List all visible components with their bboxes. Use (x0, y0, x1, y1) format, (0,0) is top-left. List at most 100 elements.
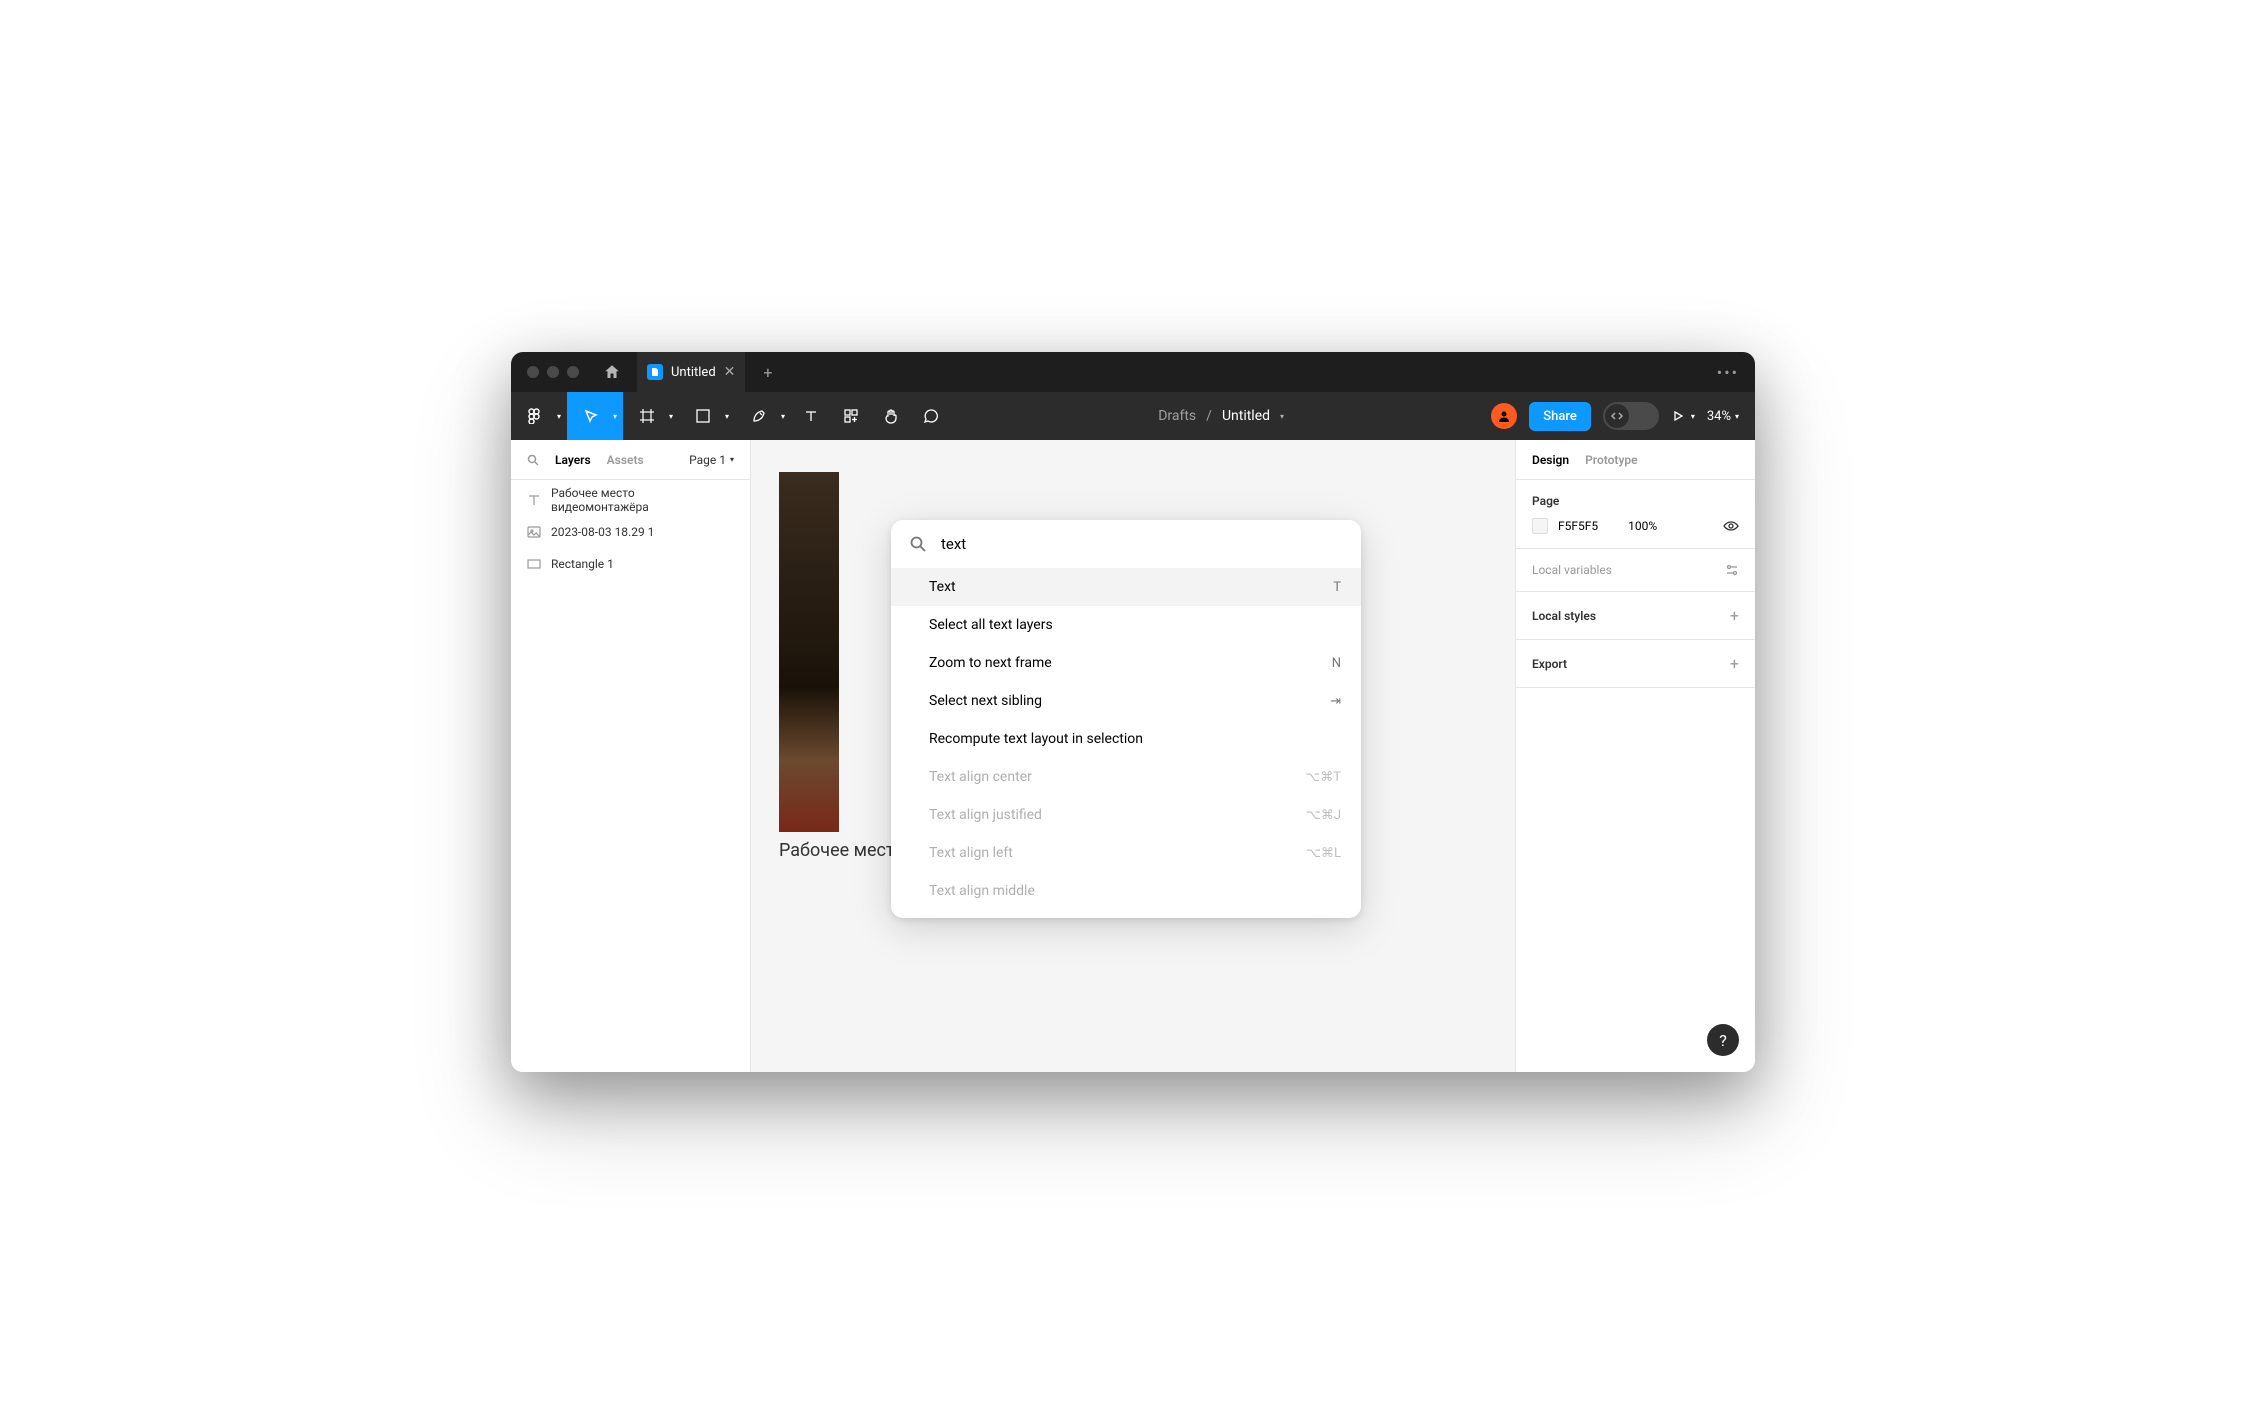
local-styles-label: Local styles (1532, 609, 1596, 623)
palette-item-label: Text align center (929, 769, 1032, 785)
text-layer-icon (527, 493, 541, 507)
zoom-value: 34% (1707, 409, 1731, 424)
palette-item-shortcut: ⌥⌘L (1306, 846, 1341, 861)
close-tab-icon[interactable]: ✕ (724, 364, 736, 380)
home-icon[interactable] (603, 363, 621, 381)
palette-item-label: Text align justified (929, 807, 1042, 823)
breadcrumb-parent[interactable]: Drafts (1158, 408, 1196, 424)
palette-item[interactable]: Zoom to next frame N (891, 644, 1361, 682)
text-tool-button[interactable] (791, 392, 831, 440)
more-menu-icon[interactable]: ••• (1717, 363, 1739, 382)
page-section: Page F5F5F5 100% (1516, 480, 1755, 549)
page-color-swatch[interactable] (1532, 518, 1548, 534)
layer-item[interactable]: Rectangle 1 (511, 548, 750, 580)
palette-item-label: Text align middle (929, 883, 1035, 899)
chevron-down-icon[interactable]: ▾ (1280, 412, 1284, 421)
hand-tool-button[interactable] (871, 392, 911, 440)
chevron-down-icon: ▾ (725, 412, 729, 421)
minimize-window-button[interactable] (547, 366, 559, 378)
dev-mode-toggle[interactable] (1603, 402, 1659, 430)
palette-item-shortcut: ⇥ (1330, 694, 1341, 709)
resources-tool-button[interactable] (831, 392, 871, 440)
palette-item[interactable]: Text align left ⌥⌘L (891, 834, 1361, 872)
palette-item[interactable]: Select next sibling ⇥ (891, 682, 1361, 720)
palette-item-shortcut: N (1332, 656, 1341, 671)
palette-search-row (891, 520, 1361, 568)
chevron-down-icon: ▾ (730, 455, 734, 464)
palette-item-label: Zoom to next frame (929, 655, 1052, 671)
search-icon (909, 535, 927, 553)
chevron-down-icon: ▾ (1735, 412, 1739, 421)
zoom-selector[interactable]: 34% ▾ (1707, 409, 1739, 424)
layer-name: Rectangle 1 (551, 557, 614, 571)
chevron-down-icon: ▾ (557, 412, 561, 421)
right-panel: Design Prototype Page F5F5F5 100% Local … (1515, 440, 1755, 1072)
palette-results: Text T Select all text layers Zoom to ne… (891, 568, 1361, 918)
palette-item[interactable]: Text T (891, 568, 1361, 606)
palette-item-shortcut: T (1333, 580, 1341, 595)
palette-item[interactable]: Text align center ⌥⌘T (891, 758, 1361, 796)
palette-item-shortcut: ⌥⌘T (1305, 770, 1341, 785)
page-name: Page 1 (689, 453, 726, 467)
design-tab[interactable]: Design (1532, 453, 1569, 467)
canvas-image-layer[interactable] (779, 472, 839, 832)
palette-item[interactable]: Recompute text layout in selection (891, 720, 1361, 758)
maximize-window-button[interactable] (567, 366, 579, 378)
close-window-button[interactable] (527, 366, 539, 378)
local-variables-section: Local variables (1516, 549, 1755, 592)
page-section-title: Page (1532, 494, 1739, 508)
palette-item-shortcut: ⌥⌘J (1306, 808, 1341, 823)
image-layer-icon (527, 525, 541, 539)
main-menu-button[interactable]: ▾ (511, 392, 567, 440)
file-tab[interactable]: Untitled ✕ (637, 352, 745, 392)
frame-tool-button[interactable]: ▾ (623, 392, 679, 440)
settings-icon[interactable] (1725, 563, 1739, 577)
palette-item[interactable]: Text align middle (891, 872, 1361, 910)
palette-item-label: Select all text layers (929, 617, 1053, 633)
comment-tool-button[interactable] (911, 392, 951, 440)
palette-item-label: Text align left (929, 845, 1013, 861)
new-tab-button[interactable]: + (753, 363, 782, 382)
page-color-value[interactable]: F5F5F5 (1558, 519, 1598, 533)
titlebar: Untitled ✕ + ••• (511, 352, 1755, 392)
layer-item[interactable]: Рабочее место видеомонтажёра (511, 484, 750, 516)
visibility-icon[interactable] (1723, 518, 1739, 534)
export-section: Export + (1516, 640, 1755, 688)
file-name[interactable]: Untitled (1222, 408, 1270, 424)
export-label: Export (1532, 657, 1567, 671)
window-controls (527, 366, 579, 378)
layers-tab[interactable]: Layers (555, 453, 591, 467)
page-selector[interactable]: Page 1 ▾ (689, 453, 734, 467)
shape-tool-button[interactable]: ▾ (679, 392, 735, 440)
add-icon[interactable]: + (1730, 654, 1739, 673)
app-window: Untitled ✕ + ••• ▾ ▾ ▾ ▾ (511, 352, 1755, 1072)
palette-item[interactable]: Select all text layers (891, 606, 1361, 644)
layer-item[interactable]: 2023-08-03 18.29 1 (511, 516, 750, 548)
layer-name: 2023-08-03 18.29 1 (551, 525, 654, 539)
palette-search-input[interactable] (941, 535, 1343, 553)
prototype-tab[interactable]: Prototype (1585, 453, 1638, 467)
tab-title: Untitled (671, 365, 716, 380)
page-opacity-value[interactable]: 100% (1628, 519, 1657, 533)
assets-tab[interactable]: Assets (607, 453, 644, 467)
search-layers-icon[interactable] (527, 454, 539, 466)
breadcrumb-separator: / (1206, 408, 1212, 424)
share-button[interactable]: Share (1529, 402, 1591, 431)
palette-item[interactable]: Text align justified ⌥⌘J (891, 796, 1361, 834)
layers-list: Рабочее место видеомонтажёра 2023-08-03 … (511, 480, 750, 584)
present-button[interactable]: ▾ (1671, 409, 1695, 423)
move-tool-button[interactable]: ▾ (567, 392, 623, 440)
breadcrumb: Drafts / Untitled ▾ (951, 408, 1491, 424)
pen-tool-button[interactable]: ▾ (735, 392, 791, 440)
add-icon[interactable]: + (1730, 606, 1739, 625)
chevron-down-icon: ▾ (613, 412, 617, 421)
command-palette: Text T Select all text layers Zoom to ne… (891, 520, 1361, 918)
user-avatar[interactable] (1491, 403, 1517, 429)
local-styles-section: Local styles + (1516, 592, 1755, 640)
palette-item-label: Text (929, 579, 956, 595)
palette-item-label: Select next sibling (929, 693, 1042, 709)
help-button[interactable]: ? (1707, 1024, 1739, 1056)
toolbar: ▾ ▾ ▾ ▾ ▾ (511, 392, 1755, 440)
chevron-down-icon: ▾ (1691, 412, 1695, 421)
chevron-down-icon: ▾ (669, 412, 673, 421)
